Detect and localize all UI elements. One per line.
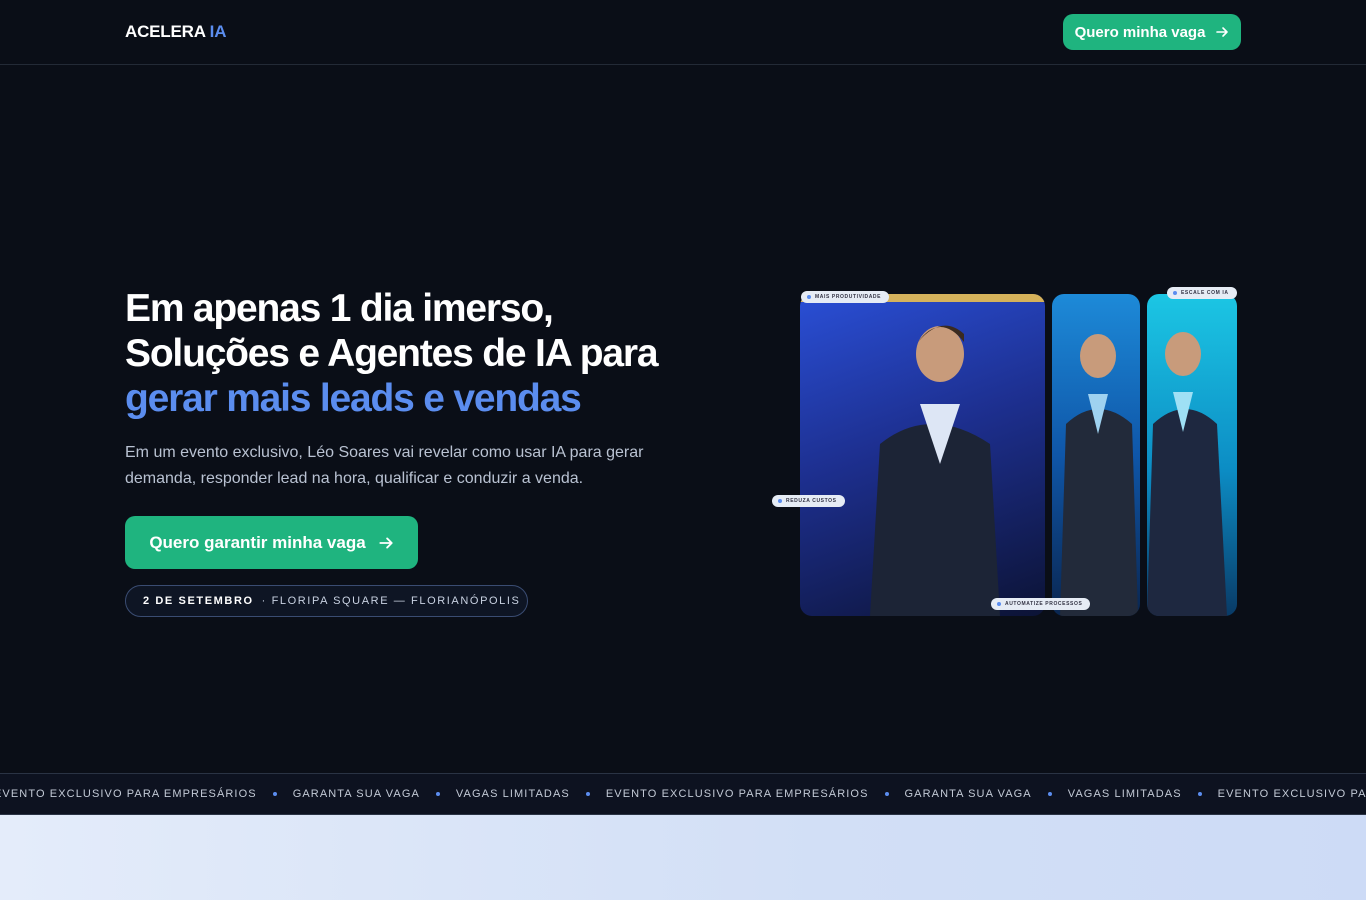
ticker-item: EVENTO EXCLUSIVO PARA EMPRESÁRIOS — [606, 788, 905, 800]
nav-cta-label: Quero minha vaga — [1074, 23, 1206, 41]
ticker-item: GARANTA SUA VAGA — [293, 788, 456, 800]
hero-title-line-2: Soluções e Agentes de IA para — [125, 332, 659, 375]
next-section-preview — [0, 815, 1366, 900]
ticker-track: EVENTO EXCLUSIVO PARA EMPRESÁRIOS GARANT… — [0, 788, 1366, 800]
ticker-item: VAGAS LIMITADAS — [1068, 788, 1218, 800]
ticker-item: GARANTA SUA VAGA — [905, 788, 1068, 800]
hero-title-line-3: gerar mais leads e vendas — [125, 377, 582, 420]
tag-escale-com-ia: ESCALE COM IA — [1167, 287, 1237, 299]
logo-main: ACELERA — [125, 22, 206, 41]
hero-title: Em apenas 1 dia imerso, Soluções e Agent… — [125, 286, 725, 421]
speaker-photo-2 — [1052, 294, 1140, 616]
logo-accent: IA — [209, 22, 227, 41]
hero-cta-label: Quero garantir minha vaga — [149, 532, 366, 552]
speaker-photo-collage: MAIS PRODUTIVIDADE ESCALE COM IA REDUZA … — [770, 282, 1250, 622]
hero-cta-button[interactable]: Quero garantir minha vaga — [125, 516, 418, 569]
event-date: 2 DE SETEMBRO — [143, 595, 254, 607]
speaker-photo-3 — [1147, 294, 1237, 616]
event-badge: 2 DE SETEMBRO · FLORIPA SQUARE — FLORIAN… — [125, 585, 528, 617]
hero-subtitle: Em um evento exclusivo, Léo Soares vai r… — [125, 444, 644, 487]
ticker-item: EVENTO EXCLUSIVO PARA EMPRESÁRIOS — [1217, 788, 1366, 800]
top-nav: ACELERA IA Quero minha vaga — [0, 0, 1366, 65]
nav-cta-button[interactable]: Quero minha vaga — [1063, 14, 1241, 50]
announcement-ticker: EVENTO EXCLUSIVO PARA EMPRESÁRIOS GARANT… — [0, 773, 1366, 815]
tag-automatize-processos: AUTOMATIZE PROCESSOS — [991, 598, 1091, 610]
arrow-right-icon — [379, 537, 393, 548]
speaker-photo-1 — [800, 294, 1045, 616]
ticker-item: VAGAS LIMITADAS — [456, 788, 606, 800]
logo[interactable]: ACELERA IA — [125, 22, 226, 42]
hero-title-line-1: Em apenas 1 dia imerso, — [125, 287, 554, 330]
event-location: · FLORIPA SQUARE — FLORIANÓPOLIS — [261, 595, 521, 607]
tag-mais-produtividade: MAIS PRODUTIVIDADE — [801, 291, 890, 303]
ticker-item: EVENTO EXCLUSIVO PARA EMPRESÁRIOS — [0, 788, 293, 800]
tag-reduza-custos: REDUZA CUSTOS — [772, 495, 845, 507]
arrow-right-icon — [1216, 27, 1229, 37]
